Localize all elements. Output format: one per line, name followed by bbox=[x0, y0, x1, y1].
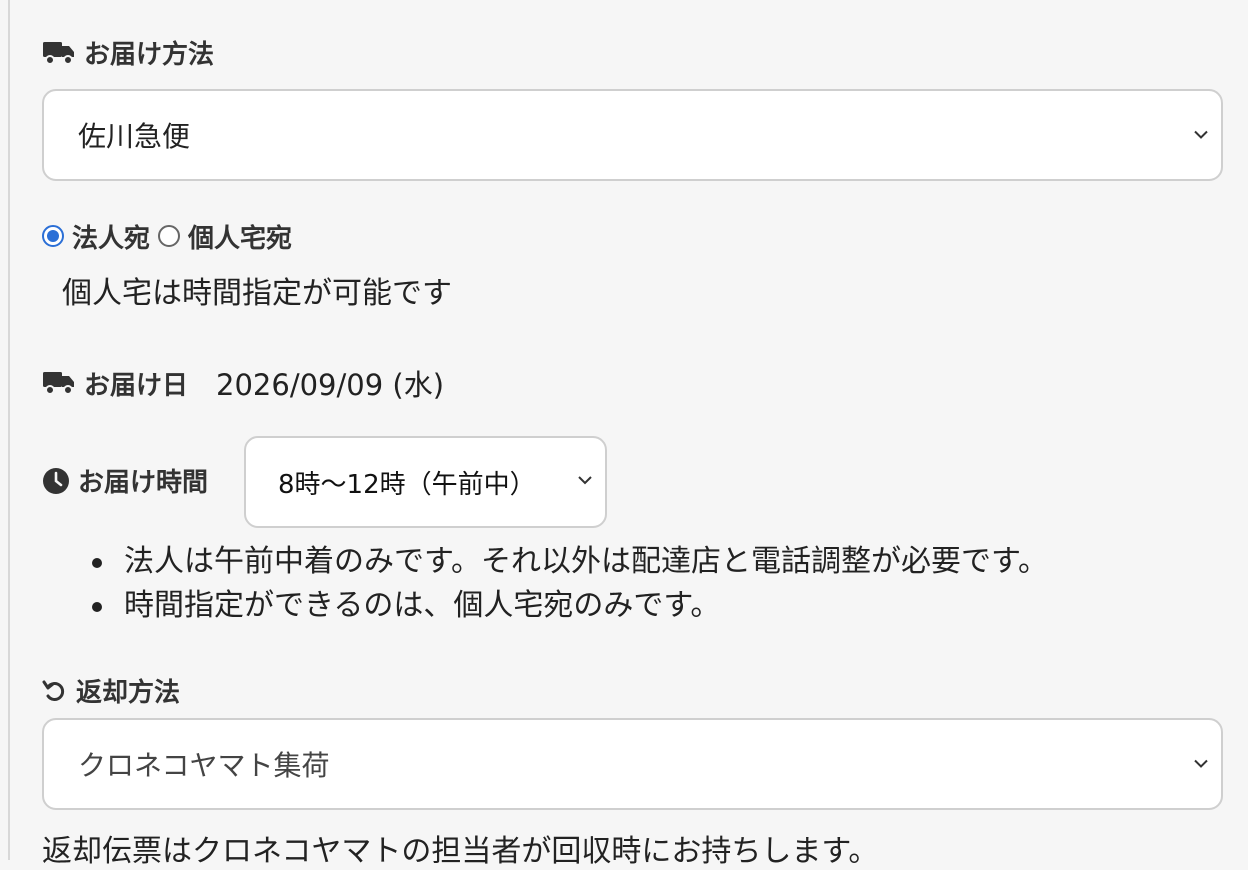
chevron-down-icon bbox=[1191, 119, 1211, 152]
radio-individual[interactable]: 個人宅宛 bbox=[158, 218, 292, 255]
delivery-time-notes: 法人は午前中着のみです。それ以外は配達店と電話調整が必要です。 時間指定ができる… bbox=[92, 540, 1048, 628]
delivery-time-select[interactable]: 8時〜12時（午前中） bbox=[244, 436, 607, 528]
delivery-time-selected-value: 8時〜12時（午前中） bbox=[278, 469, 536, 500]
recipient-type-radio-group: 法人宛 個人宅宛 bbox=[42, 216, 300, 256]
delivery-method-label: お届け方法 bbox=[42, 34, 214, 71]
truck-icon bbox=[42, 38, 76, 68]
return-method-label: 返却方法 bbox=[42, 672, 180, 709]
return-method-select[interactable]: クロネコヤマト集荷 bbox=[42, 718, 1223, 810]
delivery-date-label: お届け日 bbox=[84, 370, 189, 401]
radio-individual-label: 個人宅宛 bbox=[188, 223, 293, 254]
delivery-method-selected-value: 佐川急便 bbox=[78, 120, 191, 153]
list-item: 時間指定ができるのは、個人宅宛のみです。 bbox=[92, 584, 1048, 628]
delivery-date-row: お届け日 2026/09/09 (水) bbox=[42, 362, 444, 404]
radio-corporate-label: 法人宛 bbox=[72, 223, 151, 254]
truck-icon bbox=[42, 368, 76, 398]
return-method-selected-value: クロネコヤマト集荷 bbox=[78, 749, 330, 782]
clock-icon bbox=[42, 467, 70, 495]
return-method-label-text: 返却方法 bbox=[76, 678, 181, 708]
chevron-down-icon bbox=[575, 467, 595, 497]
undo-icon bbox=[42, 678, 68, 704]
chevron-down-icon bbox=[1191, 748, 1211, 781]
recipient-type-note: 個人宅は時間指定が可能です bbox=[62, 276, 452, 311]
list-item: 法人は午前中着のみです。それ以外は配達店と電話調整が必要です。 bbox=[92, 540, 1048, 584]
return-method-note: 返却伝票はクロネコヤマトの担当者が回収時にお持ちします。 bbox=[42, 834, 879, 869]
delivery-method-label-text: お届け方法 bbox=[84, 40, 215, 70]
delivery-date-value: 2026/09/09 (水) bbox=[216, 368, 445, 402]
delivery-time-label-text: お届け時間 bbox=[78, 468, 209, 498]
left-border bbox=[8, 0, 10, 860]
radio-corporate[interactable]: 法人宛 bbox=[42, 218, 150, 255]
delivery-method-select[interactable]: 佐川急便 bbox=[42, 89, 1223, 181]
delivery-time-label: お届け時間 bbox=[42, 462, 208, 499]
radio-individual-control[interactable] bbox=[158, 225, 181, 247]
radio-corporate-control[interactable] bbox=[42, 225, 64, 247]
